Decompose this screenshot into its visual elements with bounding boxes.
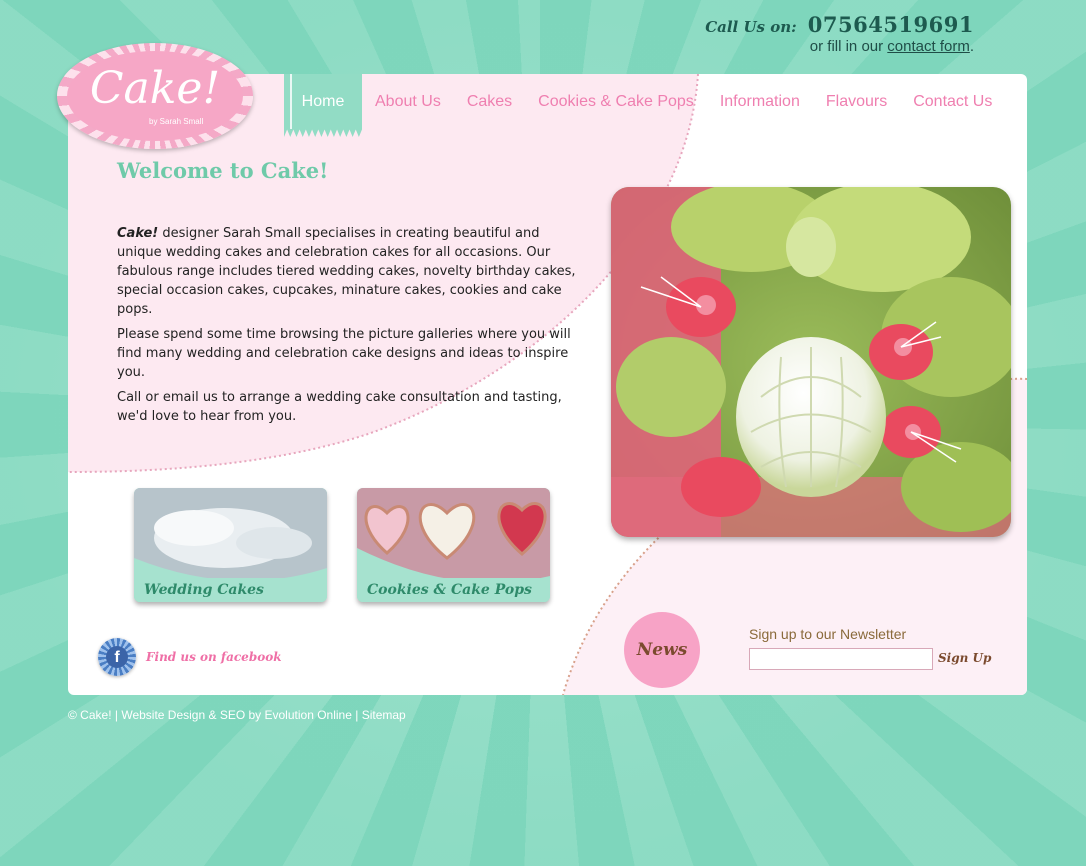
intro-p1-text: designer Sarah Small specialises in crea… [117, 226, 576, 317]
nav-cakes[interactable]: Cakes [454, 74, 525, 137]
footer-copyright: © Cake! [68, 708, 112, 722]
call-us-header: Call Us on: 07564519691 or fill in our c… [705, 12, 974, 55]
page-title: Welcome to Cake! [117, 158, 329, 183]
contact-prefix: or fill in our [809, 38, 884, 55]
nav-contact-us[interactable]: Contact Us [900, 74, 1005, 137]
intro-paragraph-2: Please spend some time browsing the pict… [117, 327, 571, 380]
footer-separator: | [351, 708, 362, 722]
newsletter-email-input[interactable] [749, 648, 933, 670]
footer-separator: | [111, 708, 122, 722]
facebook-icon: f [98, 638, 136, 676]
facebook-letter: f [106, 646, 128, 668]
nav-home[interactable]: Home [284, 74, 362, 137]
tile-label: Wedding Cakes [144, 582, 264, 598]
nav-about-us[interactable]: About Us [362, 74, 454, 137]
footer-sitemap-link[interactable]: Sitemap [362, 708, 406, 722]
cookies-cake-pops-tile[interactable]: Cookies & Cake Pops [357, 488, 550, 602]
contact-form-link[interactable]: contact form [887, 38, 970, 55]
contact-line: or fill in our contact form. [705, 38, 974, 55]
main-nav: Home About Us Cakes Cookies & Cake Pops … [284, 74, 1005, 137]
call-us-label: Call Us on: [705, 18, 797, 36]
intro-text: Cake! designer Sarah Small specialises i… [117, 224, 577, 432]
intro-paragraph-1: Cake! designer Sarah Small specialises i… [117, 224, 577, 319]
phone-number[interactable]: 07564519691 [808, 12, 974, 37]
tile-label: Cookies & Cake Pops [367, 582, 532, 598]
footer: © Cake! | Website Design & SEO by Evolut… [68, 708, 406, 722]
footer-design-link[interactable]: Website Design & SEO by Evolution Online [121, 708, 352, 722]
nav-flavours[interactable]: Flavours [813, 74, 900, 137]
logo-name: Cake! [89, 63, 221, 114]
brand-name: Cake! [117, 226, 159, 241]
newsletter-label: Sign up to our Newsletter [749, 626, 907, 642]
hero-image-art [611, 187, 1011, 537]
facebook-link[interactable]: f Find us on facebook [98, 638, 282, 676]
news-label: News [636, 640, 688, 660]
facebook-label: Find us on facebook [146, 650, 282, 664]
wedding-cakes-tile[interactable]: Wedding Cakes [134, 488, 327, 602]
contact-suffix: . [969, 38, 974, 55]
cake-logo[interactable]: Cake! by Sarah Small [57, 43, 253, 149]
nav-cookies-cake-pops[interactable]: Cookies & Cake Pops [525, 74, 707, 137]
news-button[interactable]: News [624, 612, 700, 688]
nav-information[interactable]: Information [707, 74, 813, 137]
hero-cake-flower-image [611, 187, 1011, 537]
newsletter-signup-button[interactable]: Sign Up [938, 651, 991, 665]
intro-paragraph-3: Call or email us to arrange a wedding ca… [117, 390, 562, 424]
logo-byline: by Sarah Small [149, 117, 204, 126]
